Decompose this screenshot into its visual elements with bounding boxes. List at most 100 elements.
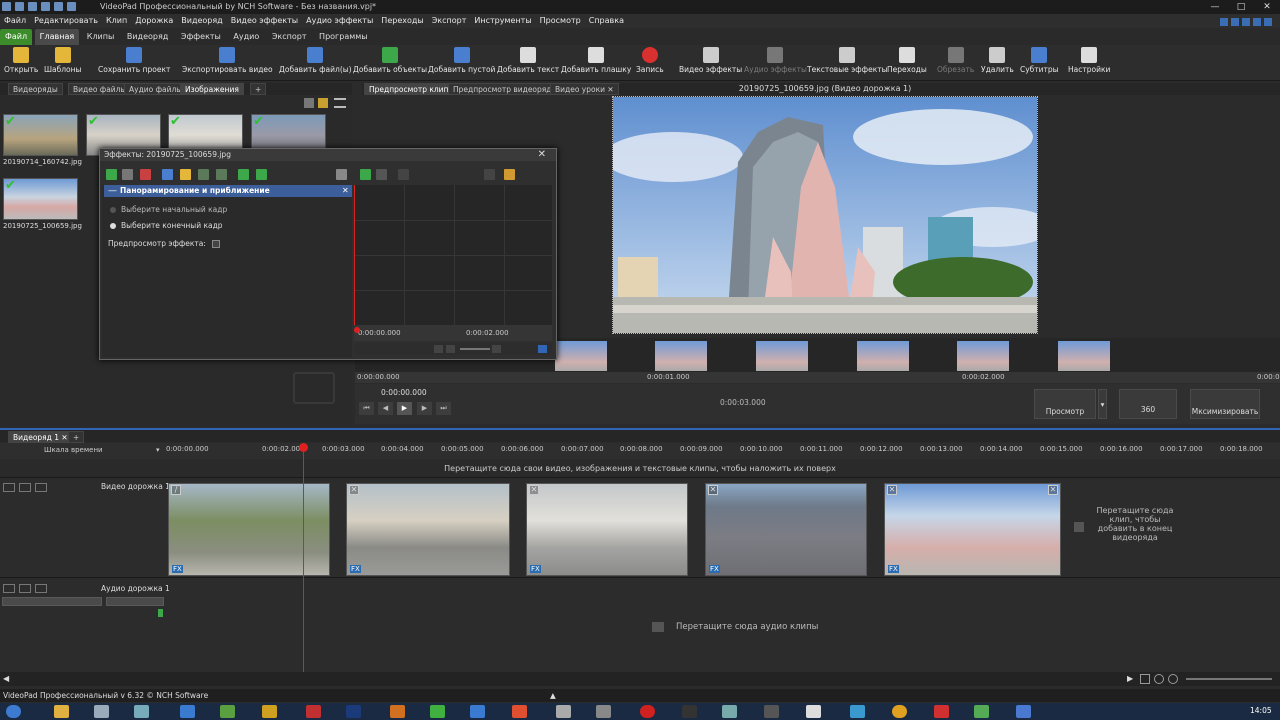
maximize-preview-button[interactable]: Мксимизировать: [1190, 389, 1260, 419]
bin-tab-audio-files[interactable]: Аудио файлы: [124, 83, 188, 95]
add-objects-button[interactable]: Добавить объекты: [353, 47, 427, 74]
tab-effects[interactable]: Эффекты: [176, 29, 226, 45]
zoom-slider[interactable]: [460, 348, 490, 350]
track-visibility-icon[interactable]: [19, 483, 31, 492]
clip-close-icon[interactable]: ∕: [171, 485, 181, 495]
tab-video-tutorials[interactable]: Видео уроки ✕: [550, 83, 619, 95]
taskbar-app-icon[interactable]: [134, 705, 149, 718]
add-blank-button[interactable]: Добавить пустой: [428, 47, 495, 74]
preview-button[interactable]: Просмотр: [1034, 389, 1096, 419]
taskbar-app-icon[interactable]: [470, 705, 485, 718]
photoshop-taskbar-icon[interactable]: [346, 705, 361, 718]
prev-frame-button[interactable]: ◀: [378, 402, 393, 415]
tab-audio[interactable]: Аудио: [228, 29, 264, 45]
quick-new-icon[interactable]: [15, 2, 24, 11]
close-window-button[interactable]: ✕: [1254, 0, 1280, 14]
quick-open-icon[interactable]: [28, 2, 37, 11]
add-effect-icon[interactable]: [106, 169, 117, 180]
keyframe-dropdown-icon[interactable]: [484, 169, 495, 180]
clip-close-icon[interactable]: ✕: [1048, 485, 1058, 495]
tab-sequence[interactable]: Видеоряд: [122, 29, 173, 45]
audio-effects-button[interactable]: Аудио эффекты: [744, 47, 807, 74]
remove-keyframe-icon[interactable]: [376, 169, 387, 180]
taskbar-app-icon[interactable]: [934, 705, 949, 718]
scroll-right-icon[interactable]: ▶: [1127, 674, 1133, 683]
menu-help[interactable]: Справка: [585, 14, 628, 28]
track-lock-icon[interactable]: [35, 584, 47, 593]
templates-button[interactable]: Шаблоны: [44, 47, 81, 74]
taskbar-app-icon[interactable]: [180, 705, 195, 718]
playhead-handle[interactable]: [299, 443, 308, 452]
tab-programs[interactable]: Программы: [314, 29, 373, 45]
taskbar-app-icon[interactable]: [430, 705, 445, 718]
taskbar-app-icon[interactable]: [722, 705, 737, 718]
menu-track[interactable]: Дорожка: [131, 14, 177, 28]
menu-tools[interactable]: Инструменты: [470, 14, 535, 28]
bin-tab-images[interactable]: Изображения: [180, 83, 244, 95]
track-collapse-icon[interactable]: [3, 584, 15, 593]
remove-effect-icon[interactable]: ✕: [342, 185, 349, 197]
tab-sequence-1[interactable]: Видеоряд 1 ✕: [8, 431, 73, 443]
move-down-icon[interactable]: [238, 169, 249, 180]
clip-close-icon[interactable]: ✕: [529, 485, 539, 495]
menu-export[interactable]: Экспорт: [428, 14, 471, 28]
minimize-button[interactable]: —: [1202, 0, 1228, 14]
text-effects-button[interactable]: Текстовые эффекты: [807, 47, 888, 74]
timeline-clip[interactable]: ✕ ✕ FX: [884, 483, 1061, 576]
add-sequence-tab[interactable]: +: [68, 431, 85, 443]
facebook-icon[interactable]: [1231, 18, 1239, 26]
track-collapse-icon[interactable]: [3, 483, 15, 492]
play-button[interactable]: ▶: [397, 402, 412, 415]
clip-fx-badge[interactable]: FX: [888, 565, 899, 573]
clip-close-icon[interactable]: ✕: [708, 485, 718, 495]
taskbar-app-icon[interactable]: [94, 705, 109, 718]
menu-file[interactable]: Файл: [0, 14, 30, 28]
edit-effect-icon[interactable]: [180, 169, 191, 180]
duplicate-effect-icon[interactable]: [122, 169, 133, 180]
taskbar-app-icon[interactable]: [306, 705, 321, 718]
start-button[interactable]: [6, 705, 21, 718]
timeline-scale-label[interactable]: Шкала времени: [44, 446, 103, 454]
twitter-icon[interactable]: [1242, 18, 1250, 26]
keyframe-graph[interactable]: [354, 185, 553, 325]
chrome-taskbar-icon[interactable]: [892, 705, 907, 718]
explorer-taskbar-icon[interactable]: [54, 705, 69, 718]
open-button[interactable]: Открыть: [4, 47, 38, 74]
tab-clip-preview[interactable]: Предпросмотр клипа: [364, 83, 459, 95]
zoom-in-icon[interactable]: [1168, 674, 1178, 684]
preview-viewport[interactable]: [603, 96, 1053, 334]
keyframe-settings-icon[interactable]: [504, 169, 515, 180]
preview-effect-checkbox[interactable]: [212, 240, 221, 248]
bin-list-view-icon[interactable]: [334, 98, 346, 108]
bin-tab-sequences[interactable]: Видеоряды: [8, 83, 63, 95]
effects-dialog-close-button[interactable]: ✕: [538, 149, 546, 161]
menu-video-effects[interactable]: Видео эффекты: [227, 14, 302, 28]
timeline-ruler[interactable]: Шкала времени ▾ 0:00:00.000 0:00:02.000 …: [0, 443, 1280, 459]
volume-slider[interactable]: [2, 597, 102, 606]
timeline-scrollbar[interactable]: ◀ ▶: [0, 672, 1280, 686]
reset-icon[interactable]: [336, 169, 347, 180]
fit-icon[interactable]: [434, 345, 443, 353]
clip-close-icon[interactable]: ✕: [887, 485, 897, 495]
timeline-clip[interactable]: ✕ FX: [346, 483, 510, 576]
menu-view[interactable]: Просмотр: [536, 14, 585, 28]
go-start-button[interactable]: ⏮: [359, 402, 374, 415]
speaker-icon[interactable]: [19, 584, 31, 593]
settings-button[interactable]: Настройки: [1068, 47, 1110, 74]
effect-chain-icon[interactable]: [198, 169, 209, 180]
remove-effect-icon[interactable]: [140, 169, 151, 180]
tab-clips[interactable]: Клипы: [82, 29, 120, 45]
add-text-button[interactable]: Добавить текст: [497, 47, 559, 74]
clip-fx-badge[interactable]: FX: [172, 565, 183, 573]
taskbar-app-icon[interactable]: [806, 705, 821, 718]
collapse-icon[interactable]: —: [108, 185, 117, 197]
bin-tab-video-files[interactable]: Видео файлы: [68, 83, 132, 95]
taskbar-app-icon[interactable]: [596, 705, 611, 718]
save-project-button[interactable]: Сохранить проект: [98, 47, 170, 74]
taskbar-app-icon[interactable]: [764, 705, 779, 718]
delete-button[interactable]: Удалить: [981, 47, 1014, 74]
crop-button[interactable]: Обрезать: [937, 47, 974, 74]
pan-slider[interactable]: [106, 597, 164, 606]
help-icon[interactable]: [1264, 18, 1272, 26]
video-effects-button[interactable]: Видео эффекты: [679, 47, 742, 74]
